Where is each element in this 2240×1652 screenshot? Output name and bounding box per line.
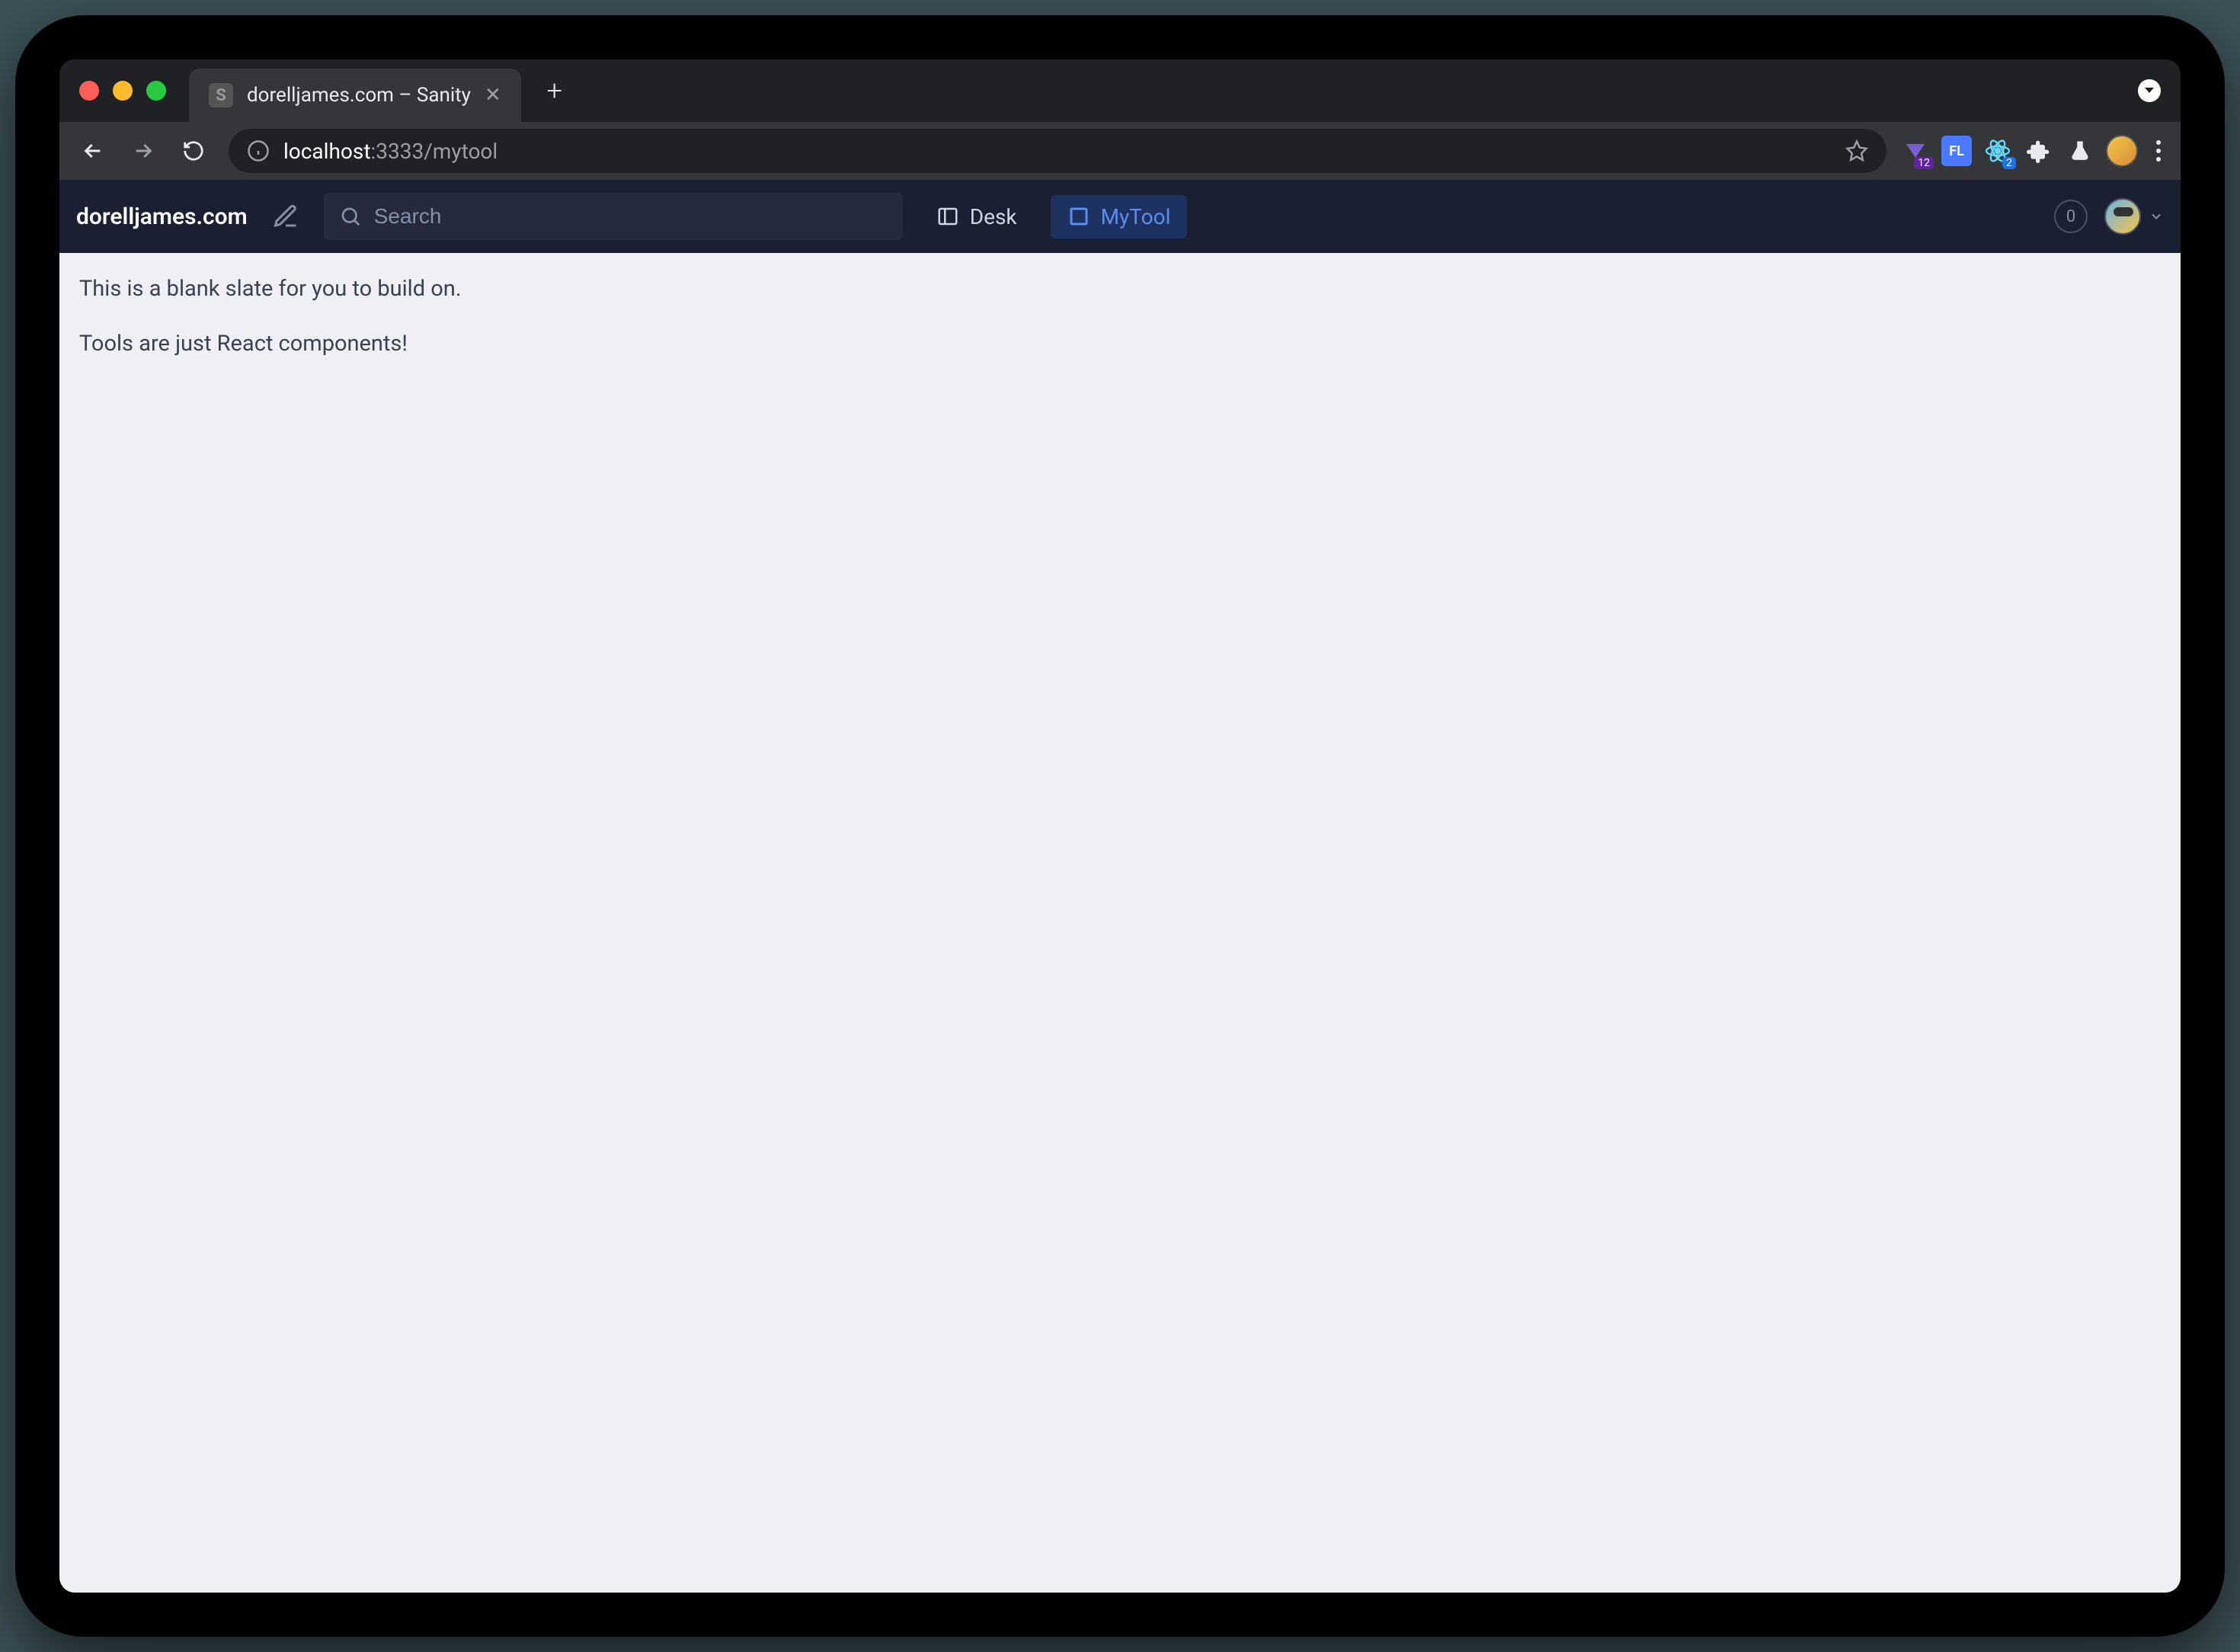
new-tab-button[interactable]: +: [539, 75, 570, 106]
square-icon: [1067, 205, 1090, 228]
extension-badge: 12: [1914, 157, 1934, 169]
user-menu[interactable]: [2104, 198, 2164, 235]
tab-overflow-button[interactable]: [2138, 79, 2161, 102]
extension-fl-icon[interactable]: FL: [1941, 136, 1972, 166]
chevron-down-icon: [2149, 209, 2164, 224]
extension-badge: 2: [2002, 157, 2016, 169]
browser-tab-bar: S dorelljames.com – Sanity ✕ +: [59, 59, 2181, 122]
screen: S dorelljames.com – Sanity ✕ +: [59, 59, 2181, 1593]
compose-button[interactable]: [264, 195, 307, 238]
window-close-button[interactable]: [79, 81, 99, 101]
user-avatar: [2104, 198, 2141, 235]
content-paragraph: This is a blank slate for you to build o…: [79, 273, 2161, 306]
nav-tab-label: MyTool: [1101, 204, 1171, 229]
search-input[interactable]: [374, 204, 888, 229]
nav-tab-label: Desk: [970, 204, 1017, 229]
device-frame: S dorelljames.com – Sanity ✕ +: [15, 15, 2225, 1637]
content-paragraph: Tools are just React components!: [79, 328, 2161, 361]
url-text: localhost:3333/mytool: [283, 139, 498, 164]
extensions-puzzle-icon[interactable]: [2024, 136, 2054, 166]
window-minimize-button[interactable]: [113, 81, 133, 101]
search-icon: [339, 205, 362, 228]
app-title[interactable]: dorelljames.com: [76, 203, 248, 230]
tab-favicon-icon: S: [209, 83, 233, 107]
search-field[interactable]: [324, 193, 903, 240]
site-info-icon[interactable]: [247, 139, 270, 162]
nav-tab-mytool[interactable]: MyTool: [1051, 195, 1188, 239]
tab-title: dorelljames.com – Sanity: [247, 84, 471, 107]
notification-badge[interactable]: 0: [2054, 200, 2088, 233]
app-navbar: dorelljames.com Desk MyTool: [59, 180, 2181, 253]
url-field[interactable]: localhost:3333/mytool: [229, 129, 1886, 173]
tab-close-button[interactable]: ✕: [485, 84, 501, 107]
browser-menu-button[interactable]: [2149, 140, 2168, 162]
browser-tab[interactable]: S dorelljames.com – Sanity ✕: [189, 69, 521, 122]
extension-react-icon[interactable]: 2: [1982, 136, 2013, 166]
window-maximize-button[interactable]: [146, 81, 166, 101]
content-area: This is a blank slate for you to build o…: [59, 253, 2181, 1593]
browser-address-bar: localhost:3333/mytool 12 FL 2: [59, 122, 2181, 180]
extension-labs-icon[interactable]: [2065, 136, 2095, 166]
panel-icon: [936, 205, 959, 228]
nav-tab-desk[interactable]: Desk: [920, 195, 1034, 239]
reload-button[interactable]: [172, 130, 215, 172]
bookmark-star-icon[interactable]: [1845, 139, 1868, 162]
extension-icons: 12 FL 2: [1900, 135, 2168, 167]
extension-redux-icon[interactable]: 12: [1900, 136, 1931, 166]
back-button[interactable]: [72, 130, 114, 172]
window-traffic-lights: [79, 81, 166, 101]
browser-profile-avatar[interactable]: [2106, 135, 2138, 167]
forward-button[interactable]: [122, 130, 165, 172]
